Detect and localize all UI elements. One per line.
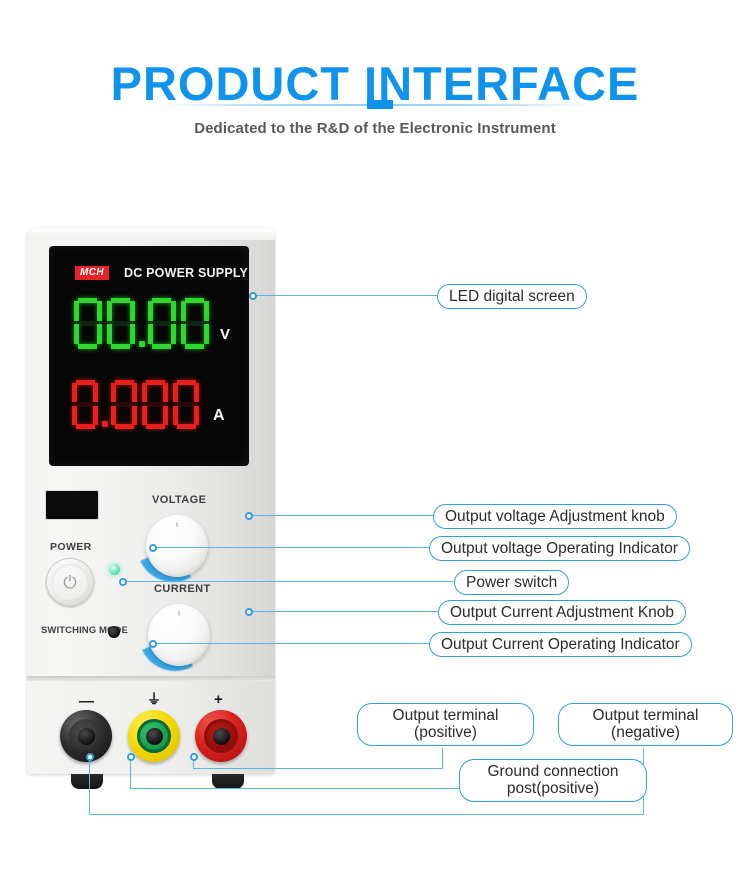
negative-terminal-hole: [77, 727, 95, 745]
callout-hline-ground-post: [130, 788, 460, 790]
current-digit-1: [71, 380, 99, 430]
callout-ground-post[interactable]: Ground connection post(positive): [459, 759, 647, 802]
voltage-digit-2: [106, 298, 136, 350]
negative-terminal-symbol: —: [79, 693, 94, 710]
current-unit-label: A: [213, 407, 225, 424]
model-label-window: [45, 490, 99, 520]
callout-hline-terminal-positive: [193, 768, 443, 770]
voltage-adjustment-knob[interactable]: [137, 510, 209, 582]
current-digits: A: [71, 380, 225, 430]
callout-dot-current-indicator: [149, 640, 157, 648]
current-knob-label: CURRENT: [154, 583, 211, 595]
current-digit-4: [172, 380, 200, 430]
device-top-highlight: [27, 228, 275, 240]
callout-line-led-screen: [257, 295, 437, 297]
callout-terminal-positive-line1: Output terminal: [392, 707, 499, 724]
brand-logo-badge: MCH: [75, 266, 109, 280]
page-subtitle: Dedicated to the R&D of the Electronic I…: [194, 120, 556, 137]
callout-current-knob[interactable]: Output Current Adjustment Knob: [438, 600, 687, 626]
callout-terminal-negative-line2: (negative): [611, 724, 680, 742]
power-icon: ⏻: [63, 572, 77, 592]
callout-line-power-switch: [127, 581, 454, 583]
title-accent-tick: [367, 100, 393, 109]
callout-dot-led-screen: [249, 292, 257, 300]
voltage-digit-3: [147, 298, 177, 350]
current-knob-cap: [148, 604, 210, 666]
callout-dot-terminal-negative: [86, 753, 94, 761]
callout-ground-post-line1: Ground connection: [487, 763, 619, 780]
voltage-decimal-point: [139, 341, 145, 347]
current-digit-2: [110, 380, 138, 430]
callout-voltage-knob[interactable]: Output voltage Adjustment knob: [433, 504, 677, 530]
callout-voltage-indicator[interactable]: Output voltage Operating Indicator: [429, 536, 690, 562]
current-adjustment-knob[interactable]: [139, 599, 211, 671]
current-knob-notch: [178, 611, 180, 616]
voltage-digits: V: [73, 298, 230, 350]
callout-terminal-positive-line2: (positive): [414, 724, 477, 742]
voltage-operating-indicator-led: [109, 564, 120, 575]
product-interface-page: PRODUCT INTERFACE Dedicated to the R&D o…: [0, 0, 750, 879]
power-switch-button[interactable]: ⏻: [46, 558, 94, 606]
callout-line-current-knob: [253, 611, 438, 613]
device-model-title: DC POWER SUPPLY: [124, 266, 249, 280]
callout-power-switch[interactable]: Power switch: [454, 570, 570, 596]
current-decimal-point: [102, 421, 108, 427]
device-foot-right: [212, 774, 244, 789]
ground-connection-post[interactable]: [128, 710, 180, 762]
current-readout: A: [71, 380, 225, 430]
ground-terminal-ring: [137, 719, 171, 753]
ground-terminal-symbol: ⏚: [147, 691, 161, 707]
callout-dot-voltage-knob: [245, 512, 253, 520]
power-button-inner: ⏻: [52, 564, 88, 600]
callout-vline-terminal-negative: [89, 757, 91, 815]
callout-hline-terminal-negative: [89, 814, 644, 816]
callout-ground-post-line2: post(positive): [506, 780, 600, 798]
voltage-digit-1: [73, 298, 103, 350]
callout-dot-power-switch: [119, 578, 127, 586]
callout-vline2-terminal-positive: [442, 748, 444, 769]
callout-line-voltage-indicator: [157, 547, 429, 549]
voltage-knob-notch: [176, 522, 178, 527]
callout-vline-ground-post: [130, 757, 132, 789]
positive-terminal-hole: [212, 727, 230, 745]
callout-terminal-positive[interactable]: Output terminal (positive): [357, 703, 534, 746]
voltage-unit-label: V: [220, 325, 231, 343]
current-digit-3: [141, 380, 169, 430]
dc-power-supply-device: MCH DC POWER SUPPLY V A POWER VOLTAGE CU…: [27, 228, 275, 789]
ground-terminal-hole: [145, 727, 163, 745]
led-digital-screen: MCH DC POWER SUPPLY V A: [49, 246, 249, 466]
power-label: POWER: [50, 541, 92, 553]
callout-dot-terminal-positive: [190, 753, 198, 761]
positive-output-terminal[interactable]: [195, 710, 247, 762]
callout-terminal-negative-line1: Output terminal: [592, 707, 699, 724]
device-foot-left: [71, 774, 103, 789]
callout-current-indicator[interactable]: Output Current Operating Indicator: [429, 632, 692, 658]
callout-terminal-negative[interactable]: Output terminal (negative): [558, 703, 733, 746]
callout-line-voltage-knob: [253, 515, 433, 517]
positive-terminal-ring: [204, 719, 238, 753]
callout-led-screen[interactable]: LED digital screen: [437, 284, 587, 310]
callout-dot-current-knob: [245, 608, 253, 616]
positive-terminal-symbol: +: [214, 691, 223, 708]
voltage-digit-4: [180, 298, 210, 350]
negative-terminal-ring: [69, 719, 103, 753]
callout-line-current-indicator: [157, 643, 429, 645]
callout-dot-voltage-indicator: [149, 544, 157, 552]
voltage-knob-label: VOLTAGE: [152, 494, 207, 506]
current-operating-indicator-led: [108, 626, 120, 638]
callout-dot-ground-post: [127, 753, 135, 761]
voltage-readout: V: [73, 298, 230, 350]
